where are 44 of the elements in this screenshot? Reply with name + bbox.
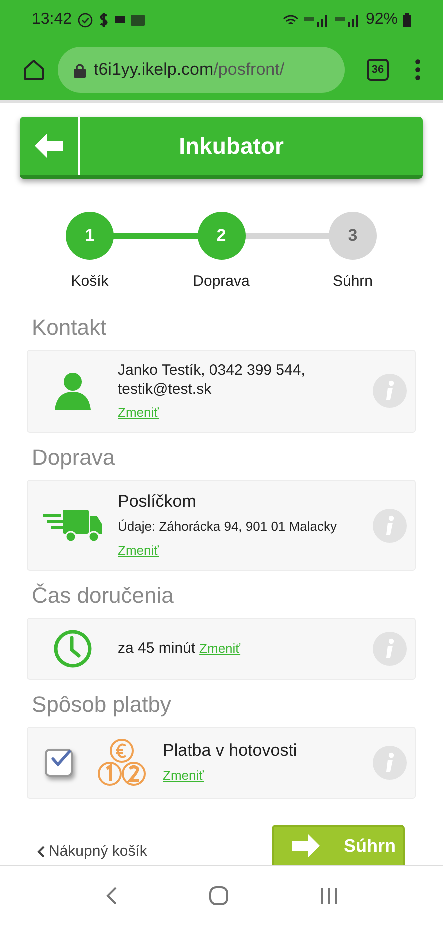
change-link[interactable]: Zmeniť: [200, 638, 241, 658]
checkbox[interactable]: [44, 749, 72, 777]
cart-link[interactable]: Nákupný košík: [37, 841, 148, 864]
section-heading: Spôsob platby: [31, 691, 172, 719]
home-icon[interactable]: [208, 886, 228, 906]
section-heading: Kontakt: [31, 314, 108, 342]
dollar-icon: [99, 13, 110, 27]
back-icon[interactable]: [106, 886, 118, 906]
delivery-method: Poslíčkom: [118, 491, 198, 513]
delivery-address: Údaje: Záhorácka 94, 901 01 Malacky: [118, 518, 338, 536]
contact-details: Janko Testík, 0342 399 544, testik@test.sk: [118, 360, 306, 398]
step-label: Košík: [71, 272, 109, 292]
section-heading: Čas doručenia: [31, 582, 175, 610]
section-heading: Doprava: [31, 444, 116, 472]
coins-icon: [96, 738, 146, 788]
battery-percent: 92%: [366, 10, 398, 30]
wifi-icon: [282, 14, 299, 26]
back-arrow-icon: [35, 134, 63, 158]
change-link[interactable]: Zmeniť: [118, 402, 373, 422]
summary-button[interactable]: Súhrn: [272, 825, 405, 865]
battery-icon: [403, 13, 411, 27]
payment-method: Platba v hotovosti: [163, 740, 298, 762]
arrow-right-icon: [292, 834, 320, 858]
change-link[interactable]: Zmeniť: [118, 540, 373, 560]
signal-icon: [334, 14, 361, 26]
chevron-left-icon: [37, 846, 45, 858]
tab-count[interactable]: 36: [367, 59, 389, 81]
truck-icon: [43, 508, 103, 544]
signal-icon: [304, 14, 330, 26]
lock-icon: [74, 62, 86, 78]
page-title: Inkubator: [178, 132, 285, 161]
menu-icon[interactable]: [415, 59, 421, 81]
url-text: t6i1yy.ikelp.com/posfront/: [94, 59, 285, 82]
delivery-time: za 45 minút: [118, 638, 196, 659]
home-icon[interactable]: [22, 58, 46, 82]
change-link[interactable]: Zmeniť: [163, 766, 373, 786]
status-time: 13:42: [32, 10, 72, 30]
recent-apps-icon[interactable]: [320, 886, 338, 904]
check-circle-icon: [78, 12, 94, 28]
clock-icon: [53, 629, 93, 669]
person-icon: [54, 372, 92, 410]
step-label: Súhrn: [332, 272, 374, 292]
address-bar[interactable]: t6i1yy.ikelp.com/posfront/: [58, 47, 345, 93]
step-label: Doprava: [193, 272, 250, 292]
